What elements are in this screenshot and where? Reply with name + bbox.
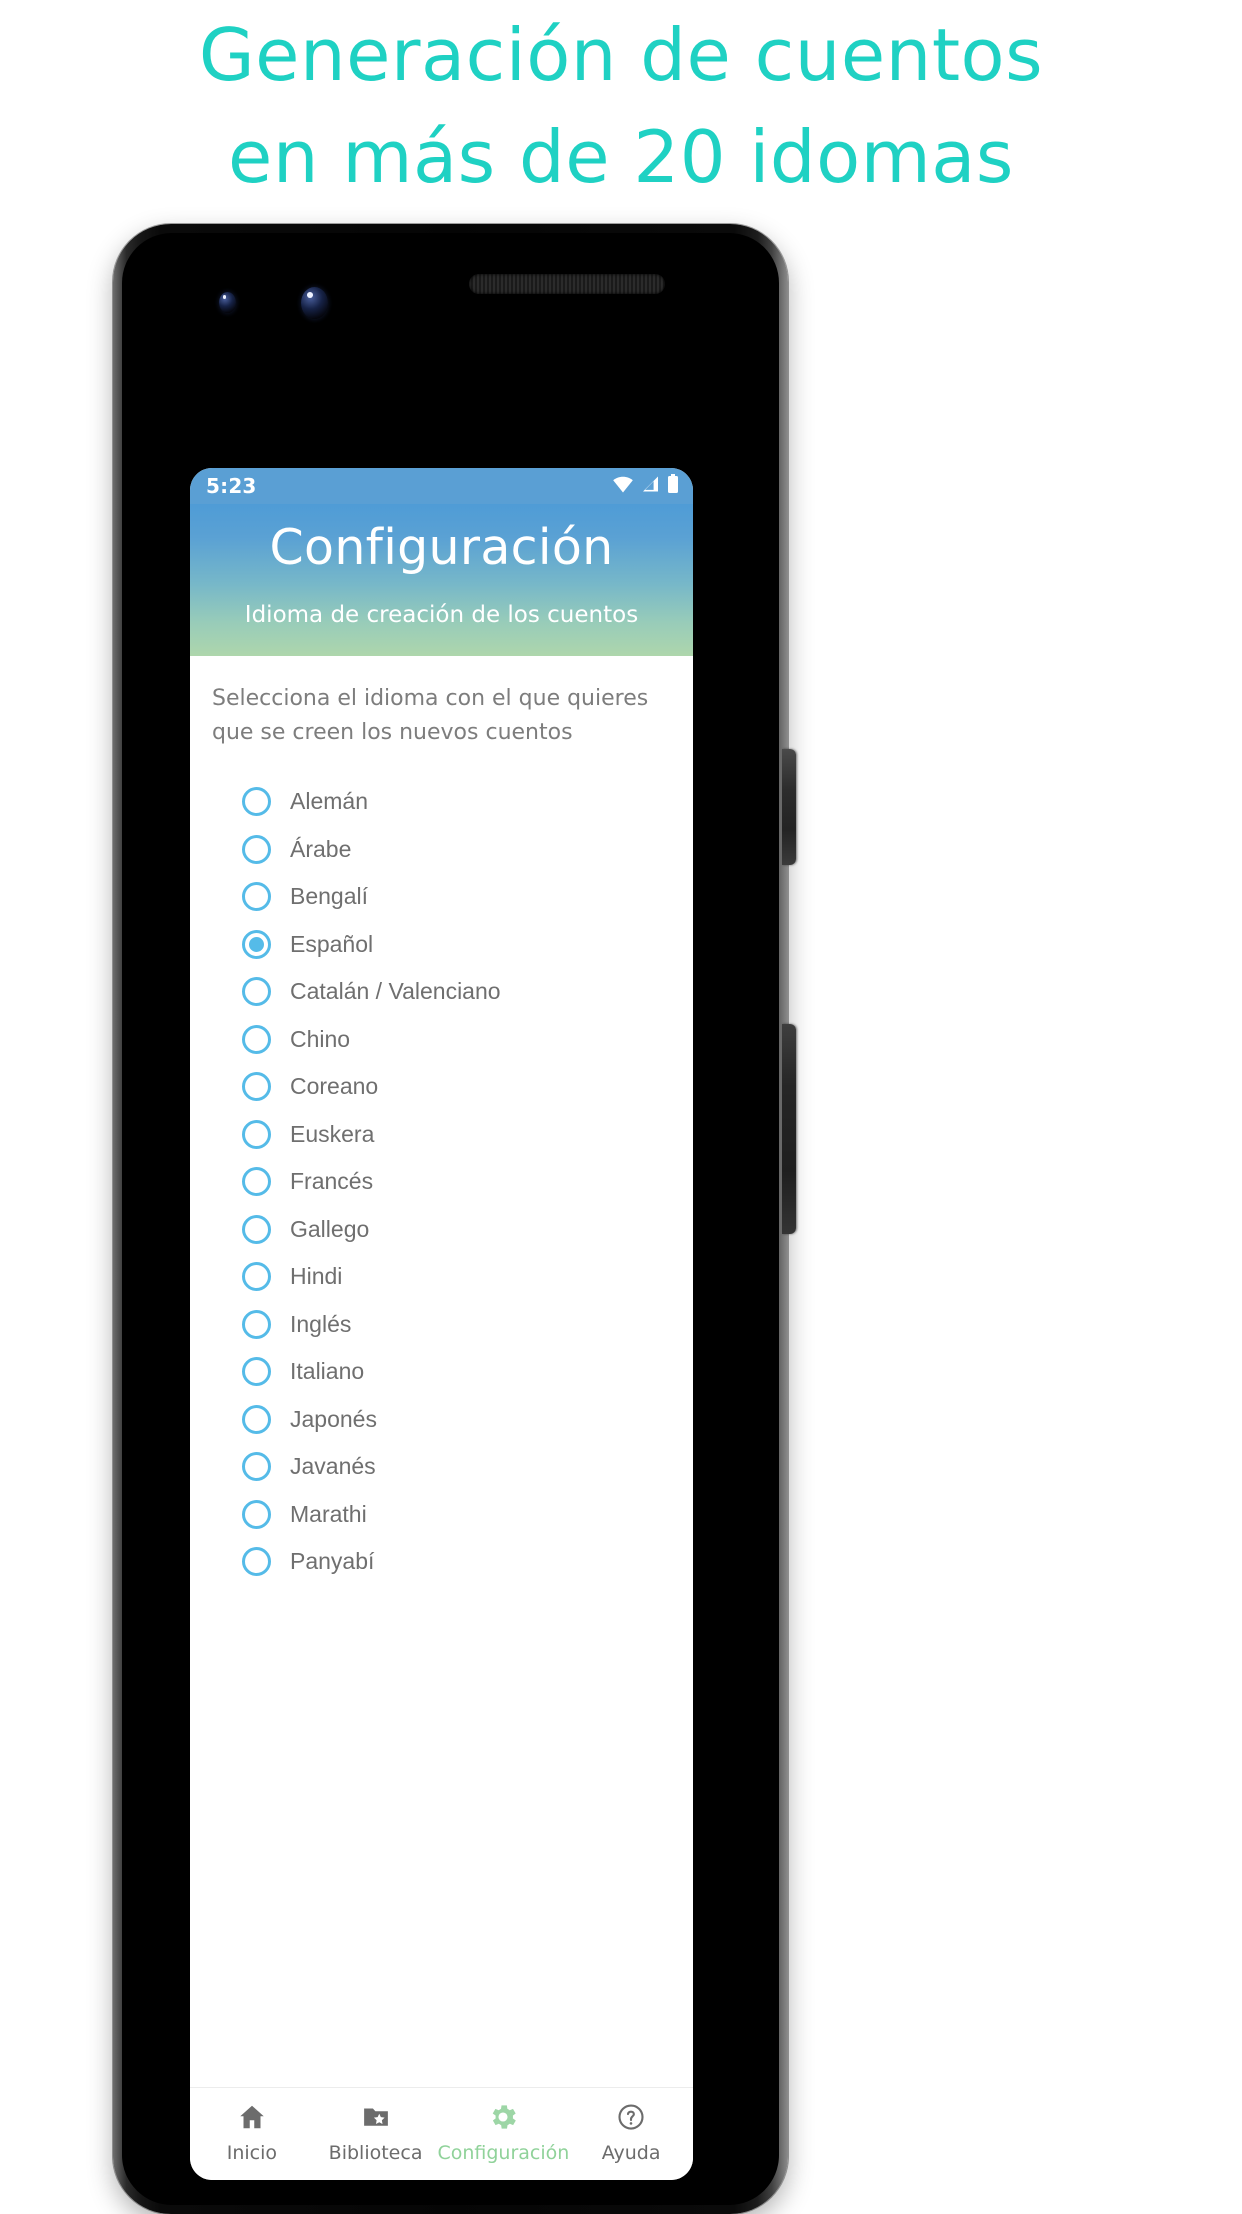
page-title: Configuración <box>269 519 614 576</box>
app-header: Configuración Idioma de creación de los … <box>190 504 693 656</box>
radio-button[interactable] <box>242 1167 271 1197</box>
radio-button[interactable] <box>242 1547 271 1577</box>
language-option-label: Chino <box>290 1025 351 1052</box>
folder-star-icon <box>361 2100 391 2134</box>
bottom-navigation-bar[interactable]: Inicio Biblioteca Configuración Ayuda <box>190 2087 693 2180</box>
language-option-label: Inglés <box>290 1310 352 1337</box>
battery-icon <box>667 474 679 498</box>
home-icon <box>237 2100 267 2134</box>
language-option[interactable]: Gallego <box>242 1206 693 1254</box>
instruction-text: Selecciona el idioma con el que quieres … <box>212 686 649 745</box>
radio-button[interactable] <box>242 787 271 817</box>
radio-button[interactable] <box>242 1499 271 1529</box>
radio-button[interactable] <box>242 834 271 864</box>
status-bar: 5:23 <box>190 468 693 504</box>
language-option-label: Español <box>290 930 374 957</box>
signal-icon <box>641 475 660 497</box>
language-option[interactable]: Panyabí <box>242 1538 693 1586</box>
help-circle-icon <box>616 2100 646 2134</box>
language-option[interactable]: Español <box>242 921 693 969</box>
gear-icon <box>487 2100 519 2134</box>
status-bar-icons <box>612 474 679 498</box>
language-option[interactable]: Javanés <box>242 1443 693 1491</box>
nav-item-ayuda[interactable]: Ayuda <box>569 2100 693 2164</box>
language-option-label: Javanés <box>290 1453 376 1480</box>
language-option[interactable]: Francés <box>242 1158 693 1206</box>
language-option-label: Alemán <box>290 788 368 815</box>
radio-button[interactable] <box>242 1072 271 1102</box>
language-option[interactable]: Árabe <box>242 826 693 874</box>
language-option[interactable]: Alemán <box>242 778 693 826</box>
language-radio-group[interactable]: Alemán Árabe Bengalí Español Catalán / Valen… <box>190 778 693 1586</box>
status-bar-clock: 5:23 <box>206 474 257 498</box>
nav-label-biblioteca: Biblioteca <box>328 2142 423 2164</box>
language-option-label: Marathi <box>290 1500 367 1527</box>
language-option-label: Bengalí <box>290 883 369 910</box>
language-option[interactable]: Coreano <box>242 1063 693 1111</box>
settings-content: Selecciona el idioma con el que quieres … <box>190 656 693 1586</box>
language-option-label: Coreano <box>290 1073 379 1100</box>
radio-button[interactable] <box>242 882 271 912</box>
wifi-icon <box>612 475 634 497</box>
language-option[interactable]: Euskera <box>242 1111 693 1159</box>
radio-dot-icon <box>249 936 264 952</box>
nav-item-configuracion[interactable]: Configuración <box>437 2100 569 2164</box>
nav-item-biblioteca[interactable]: Biblioteca <box>314 2100 438 2164</box>
radio-button-selected[interactable] <box>242 929 271 959</box>
earpiece-speaker-icon <box>469 274 665 294</box>
promo-headline: Generación de cuentos en más de 20 idoma… <box>0 0 1242 210</box>
phone-mockup: 5:23 Configuración Idioma de creación de… <box>113 224 796 2214</box>
radio-button[interactable] <box>242 1404 271 1434</box>
front-camera-primary-icon <box>301 287 328 319</box>
language-option[interactable]: Hindi <box>242 1253 693 1301</box>
nav-label-inicio: Inicio <box>226 2142 277 2164</box>
language-option[interactable]: Italiano <box>242 1348 693 1396</box>
phone-screen: 5:23 Configuración Idioma de creación de… <box>190 468 693 2180</box>
language-option[interactable]: Inglés <box>242 1301 693 1349</box>
radio-button[interactable] <box>242 1452 271 1482</box>
radio-button[interactable] <box>242 1262 271 1292</box>
promo-line-2: en más de 20 idomas <box>228 115 1014 199</box>
language-option-label: Italiano <box>290 1358 365 1385</box>
language-option[interactable]: Bengalí <box>242 873 693 921</box>
language-option[interactable]: Japonés <box>242 1396 693 1444</box>
radio-button[interactable] <box>242 1357 271 1387</box>
promo-line-1: Generación de cuentos <box>198 13 1044 97</box>
nav-label-configuracion: Configuración <box>437 2142 570 2164</box>
language-option-label: Catalán / Valenciano <box>290 978 501 1005</box>
volume-rocker-button[interactable] <box>782 1024 796 1234</box>
radio-button[interactable] <box>242 1309 271 1339</box>
nav-item-inicio[interactable]: Inicio <box>190 2100 314 2164</box>
language-option-label: Panyabí <box>290 1548 375 1575</box>
page-subtitle: Idioma de creación de los cuentos <box>244 602 639 628</box>
radio-button[interactable] <box>242 1024 271 1054</box>
front-camera-secondary-icon <box>219 292 236 313</box>
radio-button[interactable] <box>242 1214 271 1244</box>
radio-button[interactable] <box>242 1119 271 1149</box>
language-option-label: Árabe <box>290 835 352 862</box>
language-option[interactable]: Catalán / Valenciano <box>242 968 693 1016</box>
language-option-label: Japonés <box>290 1405 377 1432</box>
language-option-label: Gallego <box>290 1215 370 1242</box>
language-option-label: Francés <box>290 1168 374 1195</box>
radio-button[interactable] <box>242 977 271 1007</box>
language-option[interactable]: Chino <box>242 1016 693 1064</box>
language-option[interactable]: Marathi <box>242 1491 693 1539</box>
nav-label-ayuda: Ayuda <box>601 2142 661 2164</box>
language-option-label: Euskera <box>290 1120 375 1147</box>
language-option-label: Hindi <box>290 1263 343 1290</box>
power-button[interactable] <box>782 749 796 865</box>
